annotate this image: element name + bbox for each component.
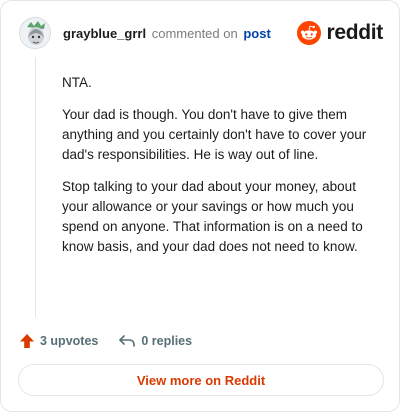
comment-paragraph: Your dad is though. You don't have to gi…: [62, 107, 367, 162]
upvote-button[interactable]: 3 upvotes: [19, 333, 98, 349]
upvote-count: 3 upvotes: [40, 334, 99, 348]
reddit-brand[interactable]: reddit: [297, 20, 383, 46]
byline: grayblue_grrl commented on post: [63, 26, 271, 42]
byline-verb: commented on: [151, 26, 238, 41]
reddit-wordmark: reddit: [326, 21, 383, 44]
post-link[interactable]: post: [243, 26, 270, 41]
comment-actions: 3 upvotes 0 replies: [19, 331, 212, 351]
avatar-image: [20, 18, 50, 48]
thread-line: [35, 57, 36, 317]
comment-header: grayblue_grrl commented on post reddit: [19, 17, 383, 53]
reply-arrow-icon: [119, 335, 136, 347]
reply-count: 0 replies: [141, 334, 193, 348]
comment-body: NTA. Your dad is though. You don't have …: [62, 73, 384, 269]
upvote-arrow-icon: [20, 334, 34, 348]
username-link[interactable]: grayblue_grrl: [63, 26, 146, 41]
view-more-button[interactable]: View more on Reddit: [18, 364, 384, 396]
comment-paragraph: Stop talking to your dad about your mone…: [62, 179, 363, 254]
replies-button[interactable]: 0 replies: [118, 333, 192, 349]
avatar[interactable]: [19, 17, 51, 49]
comment-paragraph: NTA.: [62, 75, 92, 90]
reddit-logo-icon: [297, 21, 322, 45]
embedded-comment-card: grayblue_grrl commented on post reddit N…: [0, 0, 400, 412]
